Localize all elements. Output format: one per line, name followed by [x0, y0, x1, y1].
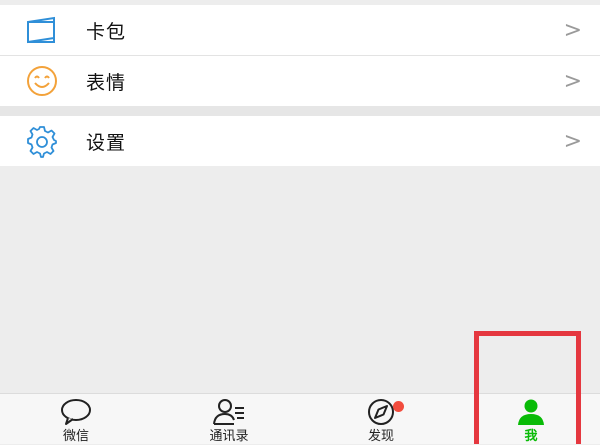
chevron-right-icon: > — [563, 128, 582, 154]
chevron-right-icon: > — [563, 68, 582, 94]
bottom-tab-bar: 微信 通讯录 发现 我 — [0, 393, 600, 444]
menu-item-label: 设置 — [86, 131, 127, 154]
emoji-icon — [27, 66, 57, 96]
tab-label: 发现 — [367, 429, 394, 444]
notification-dot — [393, 401, 404, 412]
menu-item-card-wallet[interactable]: 卡包 > — [0, 5, 600, 55]
chat-bubble-icon — [61, 399, 91, 425]
section-gap — [0, 106, 600, 116]
tab-contacts[interactable]: 通讯录 — [174, 394, 284, 445]
chevron-right-icon: > — [563, 17, 582, 43]
menu-item-emoji[interactable]: 表情 > — [0, 56, 600, 106]
tab-chats[interactable]: 微信 — [21, 394, 131, 445]
gear-icon — [27, 126, 57, 158]
compass-icon — [368, 399, 394, 425]
tab-label: 我 — [524, 429, 538, 444]
tab-label: 微信 — [62, 429, 89, 444]
person-icon — [518, 399, 544, 425]
menu-item-label: 卡包 — [86, 20, 127, 43]
menu-item-settings[interactable]: 设置 > — [0, 116, 600, 166]
tab-label: 通讯录 — [209, 429, 249, 444]
menu-item-label: 表情 — [86, 71, 127, 94]
tab-discover[interactable]: 发现 — [326, 394, 436, 445]
contacts-icon — [213, 399, 244, 425]
tab-me[interactable]: 我 — [476, 394, 586, 445]
card-wallet-icon — [27, 16, 55, 44]
